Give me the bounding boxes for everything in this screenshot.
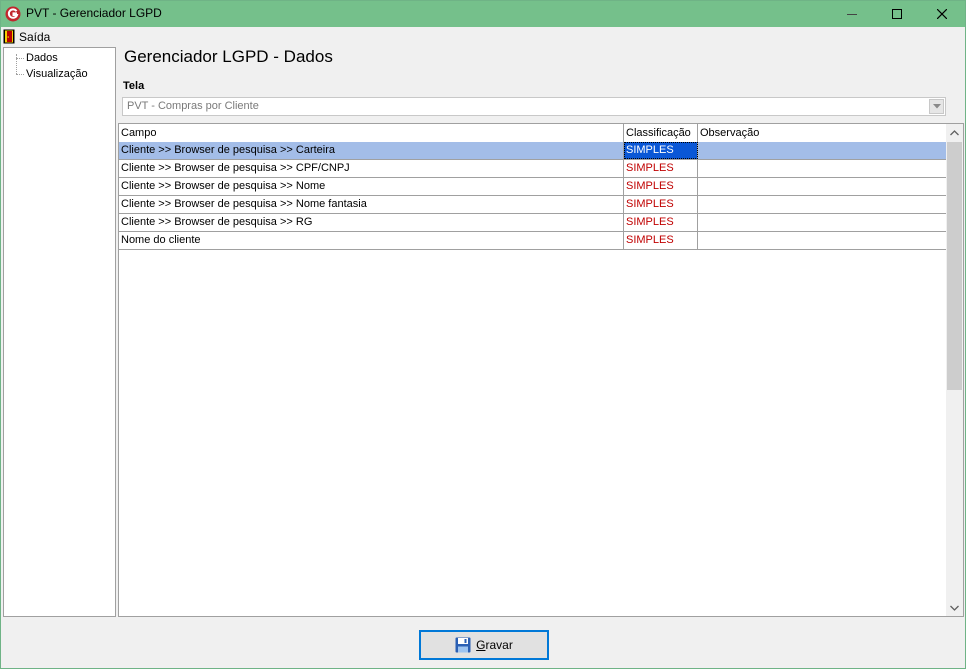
- maximize-icon: [892, 9, 902, 19]
- tree-branch: [16, 73, 24, 75]
- maximize-button[interactable]: [874, 1, 920, 27]
- tree-item-label: Visualização: [26, 68, 88, 80]
- menu-item-label: Saída: [19, 29, 51, 44]
- cell-classificacao[interactable]: SIMPLES: [624, 214, 698, 231]
- page-title: Gerenciador LGPD - Dados: [124, 47, 333, 66]
- app-logo-icon: [5, 6, 21, 22]
- scroll-thumb[interactable]: [947, 142, 962, 390]
- window-title: PVT - Gerenciador LGPD: [26, 6, 162, 20]
- table-row[interactable]: Cliente >> Browser de pesquisa >> RG SIM…: [119, 214, 947, 232]
- cell-observacao[interactable]: [698, 160, 947, 177]
- tree-item-visualizacao[interactable]: Visualização: [16, 67, 88, 81]
- scroll-up-button[interactable]: [946, 124, 963, 141]
- column-header-campo[interactable]: Campo: [119, 124, 624, 142]
- cell-classificacao[interactable]: SIMPLES: [624, 178, 698, 195]
- tree-item-dados[interactable]: Dados: [16, 51, 58, 65]
- cell-observacao[interactable]: [698, 196, 947, 213]
- tree-branch: [16, 57, 24, 59]
- tela-label: Tela: [123, 80, 145, 92]
- close-icon: [937, 9, 947, 19]
- save-button-label: Gravar: [476, 638, 513, 652]
- menu-bar: Saída: [1, 27, 965, 46]
- tree-item-label: Dados: [26, 52, 58, 64]
- table-row[interactable]: Cliente >> Browser de pesquisa >> Nome S…: [119, 178, 947, 196]
- cell-campo[interactable]: Cliente >> Browser de pesquisa >> Cartei…: [119, 142, 624, 159]
- cell-classificacao[interactable]: SIMPLES: [624, 232, 698, 249]
- cell-observacao[interactable]: [698, 142, 947, 159]
- scroll-down-button[interactable]: [946, 599, 963, 616]
- cell-observacao[interactable]: [698, 214, 947, 231]
- tela-select[interactable]: PVT - Compras por Cliente: [122, 97, 946, 116]
- title-bar[interactable]: PVT - Gerenciador LGPD: [1, 1, 965, 27]
- minimize-icon: [847, 14, 857, 15]
- close-button[interactable]: [919, 1, 965, 27]
- navigation-tree: Dados Visualização: [3, 47, 116, 617]
- chevron-down-icon: [950, 605, 959, 611]
- column-header-observacao[interactable]: Observação: [698, 124, 947, 142]
- cell-classificacao[interactable]: SIMPLES: [624, 196, 698, 213]
- floppy-disk-icon: [455, 637, 471, 653]
- vertical-scrollbar[interactable]: [946, 124, 963, 616]
- menu-item-saida[interactable]: Saída: [3, 28, 50, 45]
- table-row[interactable]: Cliente >> Browser de pesquisa >> Nome f…: [119, 196, 947, 214]
- data-grid: Campo Classificação Observação Cliente >…: [118, 123, 964, 617]
- table-row[interactable]: Nome do cliente SIMPLES: [119, 232, 947, 250]
- cell-classificacao[interactable]: SIMPLES: [624, 142, 698, 159]
- cell-campo[interactable]: Cliente >> Browser de pesquisa >> Nome: [119, 178, 624, 195]
- table-row[interactable]: Cliente >> Browser de pesquisa >> CPF/CN…: [119, 160, 947, 178]
- exit-door-icon: [3, 29, 15, 44]
- cell-classificacao[interactable]: SIMPLES: [624, 160, 698, 177]
- chevron-up-icon: [950, 129, 959, 135]
- column-header-classificacao[interactable]: Classificação: [624, 124, 698, 142]
- cell-observacao[interactable]: [698, 178, 947, 195]
- cell-campo[interactable]: Cliente >> Browser de pesquisa >> CPF/CN…: [119, 160, 624, 177]
- app-window: PVT - Gerenciador LGPD Saída Dados Visua…: [0, 0, 966, 669]
- tela-select-value: PVT - Compras por Cliente: [127, 100, 259, 112]
- minimize-button[interactable]: [829, 1, 875, 27]
- grid-header: Campo Classificação Observação: [119, 124, 947, 143]
- save-button[interactable]: Gravar: [419, 630, 549, 660]
- chevron-down-icon: [932, 104, 941, 109]
- cell-campo[interactable]: Cliente >> Browser de pesquisa >> Nome f…: [119, 196, 624, 213]
- cell-campo[interactable]: Nome do cliente: [119, 232, 624, 249]
- cell-campo[interactable]: Cliente >> Browser de pesquisa >> RG: [119, 214, 624, 231]
- cell-observacao[interactable]: [698, 232, 947, 249]
- table-row[interactable]: Cliente >> Browser de pesquisa >> Cartei…: [119, 142, 947, 160]
- dropdown-button[interactable]: [929, 99, 944, 114]
